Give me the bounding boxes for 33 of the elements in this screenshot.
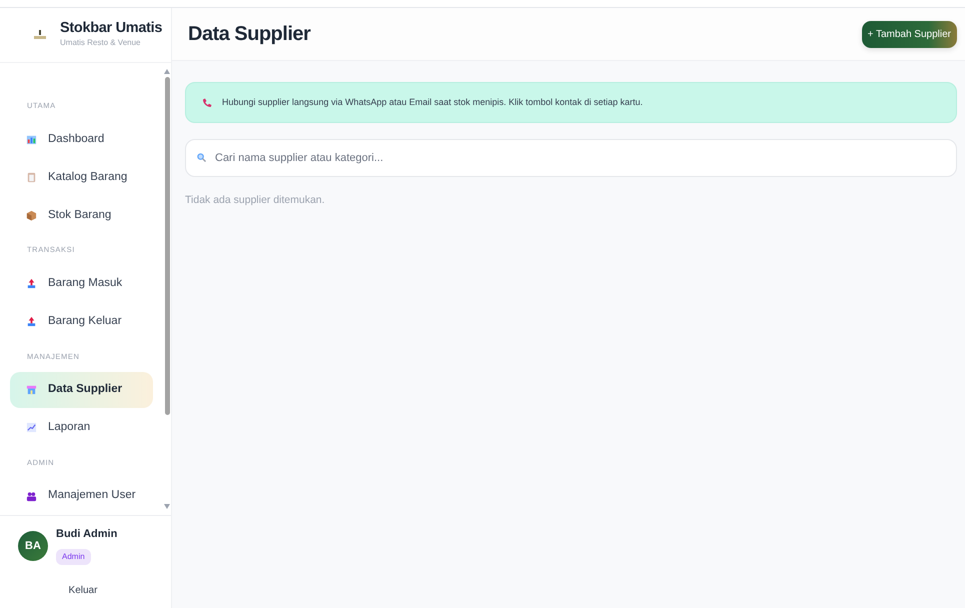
package-icon: [26, 210, 37, 221]
line-chart-icon: [26, 422, 37, 434]
scrollbar-thumb[interactable]: [164, 77, 170, 415]
search-field[interactable]: Cari nama supplier atau kategori...: [185, 139, 957, 177]
scroll-up-icon[interactable]: [164, 69, 170, 74]
empty-message: Tidak ada supplier ditemukan.: [185, 193, 326, 208]
info-text: Hubungi supplier langsung via WhatsApp atau Email saat stok menipis. Klik tombol kontak di setiap kartu.: [222, 96, 643, 109]
scroll-down-icon[interactable]: [164, 504, 170, 509]
logout-link[interactable]: Keluar: [18, 582, 148, 598]
role-badge: Admin: [56, 548, 91, 564]
logo-icon: [34, 29, 46, 41]
app-title: Stokbar Umatis: [60, 21, 162, 37]
outbox-tray-icon: [26, 316, 37, 327]
search-icon: [197, 153, 206, 162]
users-icon: [26, 490, 37, 502]
nav-item[interactable]: Barang Masuk: [10, 266, 153, 302]
inbox-tray-icon: [26, 278, 37, 289]
nav-item[interactable]: Manajemen User: [10, 478, 153, 514]
page-title: Data Supplier: [188, 22, 310, 46]
clipboard-icon: [26, 172, 37, 183]
phone-icon: [202, 98, 212, 108]
nav-item[interactable]: Dashboard: [10, 121, 153, 158]
nav-item[interactable]: Stok Barang: [10, 197, 153, 234]
user-avatar: BA: [18, 531, 48, 562]
nav-item[interactable]: Data Supplier: [10, 372, 153, 408]
chart-icon: [26, 134, 37, 145]
nav-item[interactable]: Laporan: [10, 410, 153, 446]
app-subtitle: Umatis Resto & Venue: [60, 36, 142, 49]
store-icon: [26, 384, 37, 396]
user-name: Budi Admin: [56, 527, 118, 542]
nav-item[interactable]: Katalog Barang: [10, 159, 153, 196]
add-supplier-button[interactable]: + Tambah Supplier: [862, 20, 957, 48]
nav-item[interactable]: Barang Keluar: [10, 304, 153, 340]
